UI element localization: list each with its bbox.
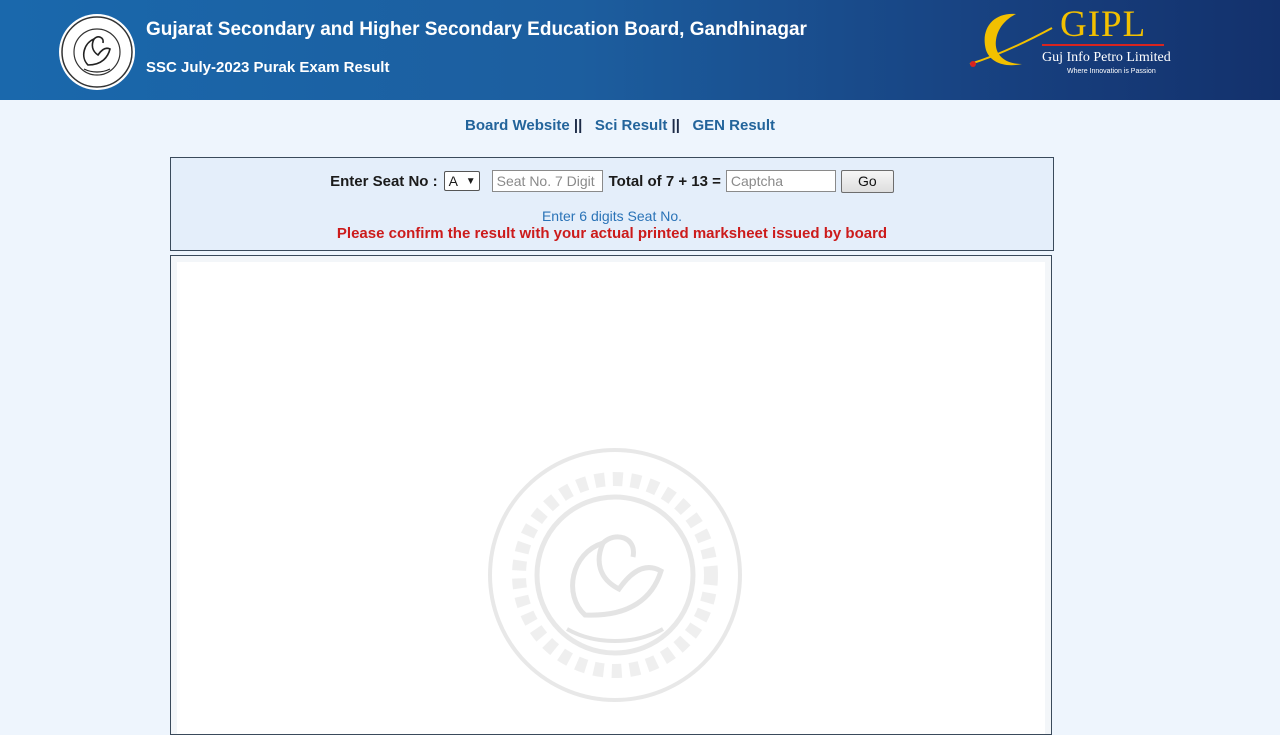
result-panel (170, 255, 1052, 735)
seat-hint: Enter 6 digits Seat No. (541, 208, 683, 224)
seat-prefix-select[interactable]: A ▼ (443, 171, 480, 191)
page-title: Gujarat Secondary and Higher Secondary E… (146, 19, 807, 40)
result-warning: Please confirm the result with your actu… (336, 225, 888, 242)
gen-result-link[interactable]: GEN Result (692, 117, 775, 134)
result-content (177, 262, 1045, 734)
board-seal-icon (59, 14, 135, 90)
link-separator: || (671, 117, 680, 134)
gipl-name: Guj Info Petro Limited (1042, 50, 1171, 65)
gipl-tagline: Where Innovation is Passion (1067, 68, 1156, 75)
board-seal-watermark-icon (488, 448, 742, 702)
page-subtitle: SSC July-2023 Purak Exam Result (146, 59, 390, 76)
captcha-input[interactable]: Captcha (725, 170, 836, 192)
board-website-link[interactable]: Board Website (465, 117, 570, 134)
sci-result-link[interactable]: Sci Result (595, 117, 668, 134)
chevron-down-icon: ▼ (465, 175, 476, 187)
seat-label: Enter Seat No : (330, 172, 438, 190)
link-separator: || (573, 117, 583, 134)
gipl-divider (1042, 44, 1164, 46)
captcha-question: Total of 7 + 13 = (608, 172, 721, 190)
seat-prefix-value: A (448, 173, 458, 189)
result-links: Board Website || Sci Result || GEN Resul… (0, 117, 1240, 134)
seat-number-input[interactable]: Seat No. 7 Digit (491, 170, 603, 192)
site-header: Gujarat Secondary and Higher Secondary E… (0, 0, 1280, 100)
seat-search-form: Enter Seat No : A ▼ Seat No. 7 Digit Tot… (170, 157, 1054, 251)
go-button[interactable]: Go (840, 169, 894, 193)
form-row: Enter Seat No : A ▼ Seat No. 7 Digit Tot… (171, 169, 1053, 193)
gipl-brand: GIPL (1060, 4, 1147, 45)
